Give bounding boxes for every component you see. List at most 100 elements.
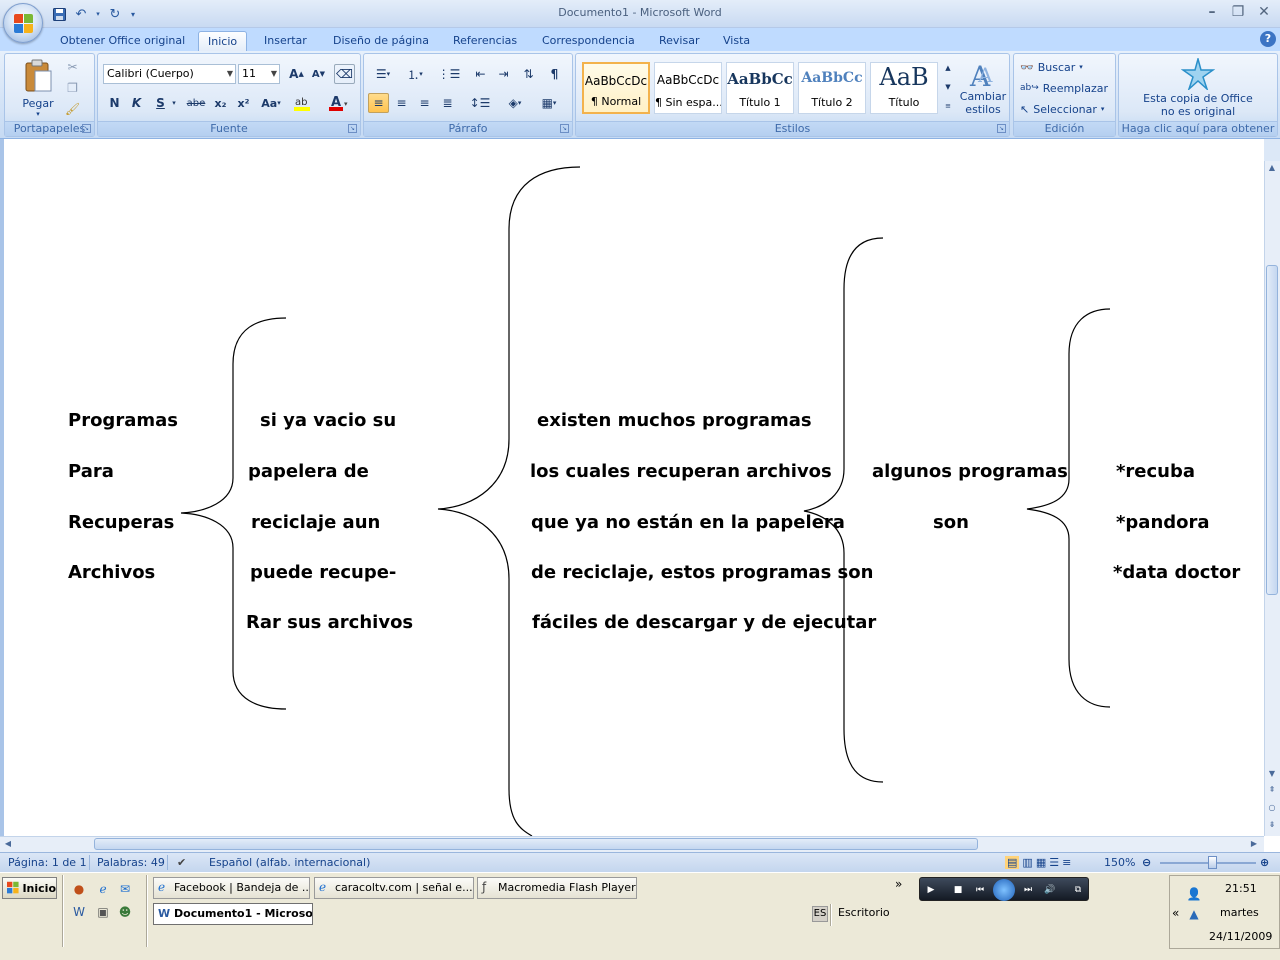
status-language[interactable]: Español (alfab. internacional) [209,856,370,869]
next-page-icon[interactable]: ⇟ [1265,818,1279,832]
task-flash-player[interactable]: ƒ Macromedia Flash Player 6 [477,877,637,899]
strikethrough-button[interactable]: abe [184,93,208,113]
tab-referencias[interactable]: Referencias [444,31,526,51]
style-normal[interactable]: AaBbCcDc ¶ Normal [582,62,650,114]
language-indicator[interactable]: ES [812,906,828,922]
tab-obtener-office[interactable]: Obtener Office original [51,31,194,51]
help-icon[interactable]: ? [1260,31,1276,47]
clear-format-icon[interactable]: ⌫ [334,64,355,84]
clipboard-launcher-icon[interactable]: ↘ [82,124,91,133]
subscript-button[interactable]: x₂ [210,93,231,113]
media-play-icon[interactable] [993,879,1015,901]
zoom-slider-thumb[interactable] [1208,856,1217,869]
tab-diseno-pagina[interactable]: Diseño de página [324,31,438,51]
word-icon[interactable]: W [71,904,87,920]
select-button[interactable]: ↖ Seleccionar ▾ [1020,100,1104,118]
align-left-icon[interactable]: ≡ [368,93,389,113]
format-painter-icon[interactable]: 🖌 [62,99,83,119]
style-heading-1[interactable]: AaBbCc Título 1 [726,62,794,114]
borders-icon[interactable]: ▦ ▾ [534,93,564,113]
show-marks-icon[interactable]: ¶ [544,64,565,84]
tab-correspondencia[interactable]: Correspondencia [533,31,644,51]
styles-more-icon[interactable]: ≡ [941,97,955,115]
tab-inicio[interactable]: Inicio [198,31,248,51]
justify-icon[interactable]: ≣ [437,93,458,113]
vertical-scroll-thumb[interactable] [1266,265,1278,595]
italic-button[interactable]: K [126,93,147,113]
browse-object-icon[interactable]: ○ [1265,801,1279,815]
font-color-button[interactable]: A ▾ [324,93,354,113]
scroll-up-icon[interactable]: ▲ [1265,161,1279,175]
draft-icon[interactable]: ≡ [1062,856,1071,869]
antivirus-icon[interactable]: ▲ [1186,906,1202,922]
tab-revisar[interactable]: Revisar [650,31,708,51]
sort-icon[interactable]: ⇅ [518,64,539,84]
line-spacing-icon[interactable]: ↕☰ [466,93,494,113]
task-word-document[interactable]: W Documento1 - Microso... [153,903,313,925]
status-words[interactable]: Palabras: 49 [97,856,165,869]
volume-icon[interactable]: 🔊 [1042,882,1058,898]
cut-icon[interactable]: ✂ [62,57,83,77]
start-button[interactable]: Inicio [2,877,57,899]
media-next-icon[interactable]: ⏭ [1020,882,1036,898]
zoom-in-icon[interactable]: ⊕ [1260,856,1269,869]
network-user-icon[interactable]: 👤 [1186,886,1202,902]
clock-day[interactable]: martes [1220,906,1259,919]
media-stop-icon[interactable]: ■ [950,882,966,898]
web-layout-icon[interactable]: ▦ [1036,856,1046,869]
paste-button[interactable]: Pegar ▾ [15,56,61,120]
styles-scroll-up-icon[interactable]: ▲ [941,59,955,77]
proofing-icon[interactable]: ✔ [177,856,186,869]
media-icon[interactable]: ▣ [95,904,111,920]
find-button[interactable]: 👓 Buscar ▾ [1020,58,1083,76]
clock-time[interactable]: 21:51 [1225,882,1257,895]
outline-icon[interactable]: ☰ [1049,856,1059,869]
zoom-out-icon[interactable]: ⊖ [1142,856,1151,869]
internet-explorer-icon[interactable]: ℯ [95,881,111,897]
minimize-icon[interactable]: – [1200,2,1224,22]
task-caracoltv[interactable]: ℯ caracoltv.com | señal e... [314,877,474,899]
change-case-button[interactable]: Aa ▾ [258,93,284,113]
status-page[interactable]: Página: 1 de 1 [8,856,87,869]
decrease-indent-icon[interactable]: ⇤ [470,64,491,84]
tab-insertar[interactable]: Insertar [255,31,316,51]
tab-vista[interactable]: Vista [714,31,759,51]
paragraph-launcher-icon[interactable]: ↘ [560,124,569,133]
numbering-icon[interactable]: ⒈ ▾ [400,64,430,84]
highlight-color-button[interactable]: ab [290,93,316,113]
clock-date[interactable]: 24/11/2009 [1209,930,1272,943]
messenger-icon[interactable]: ☻ [117,904,133,920]
font-launcher-icon[interactable]: ↘ [348,124,357,133]
shading-icon[interactable]: ◈ ▾ [500,93,530,113]
zoom-level[interactable]: 150% [1104,856,1135,869]
copy-icon[interactable]: ❐ [62,78,83,98]
change-styles-button[interactable]: AA Cambiar estilos [958,56,1008,120]
scroll-right-icon[interactable]: ▶ [1247,837,1261,851]
shrink-font-icon[interactable]: A ▼ [308,64,329,84]
styles-launcher-icon[interactable]: ↘ [997,124,1006,133]
grow-font-icon[interactable]: A ▲ [286,64,307,84]
bullets-icon[interactable]: ☰ ▾ [368,64,398,84]
print-layout-icon[interactable]: ▤ [1005,856,1020,869]
font-family-combo[interactable]: Calibri (Cuerpo) ▼ [103,64,236,84]
style-no-spacing[interactable]: AaBbCcDc ¶ Sin espa... [654,62,722,114]
styles-scroll-down-icon[interactable]: ▼ [941,78,955,96]
underline-dropdown-icon[interactable]: ▾ [168,93,180,113]
replace-button[interactable]: ab↪ Reemplazar [1020,79,1108,97]
toolbar-chevron-icon[interactable]: » [895,877,902,891]
full-screen-reading-icon[interactable]: ▥ [1022,856,1032,869]
superscript-button[interactable]: x² [233,93,254,113]
align-center-icon[interactable]: ≡ [391,93,412,113]
align-right-icon[interactable]: ≡ [414,93,435,113]
style-heading-2[interactable]: AaBbCc Título 2 [798,62,866,114]
view-ruler-icon[interactable] [1264,139,1280,161]
close-icon[interactable]: ✕ [1252,2,1276,22]
genuine-office-button[interactable]: Esta copia de Office no es original [1119,56,1277,120]
firefox-icon[interactable]: ● [71,881,87,897]
scroll-down-icon[interactable]: ▼ [1265,767,1279,781]
font-size-combo[interactable]: 11 ▼ [238,64,280,84]
desktop-toolbar[interactable]: Escritorio [838,906,890,919]
media-previous-icon[interactable]: ⏮ [972,882,988,898]
horizontal-scroll-thumb[interactable] [94,838,978,850]
outlook-express-icon[interactable]: ✉ [117,881,133,897]
